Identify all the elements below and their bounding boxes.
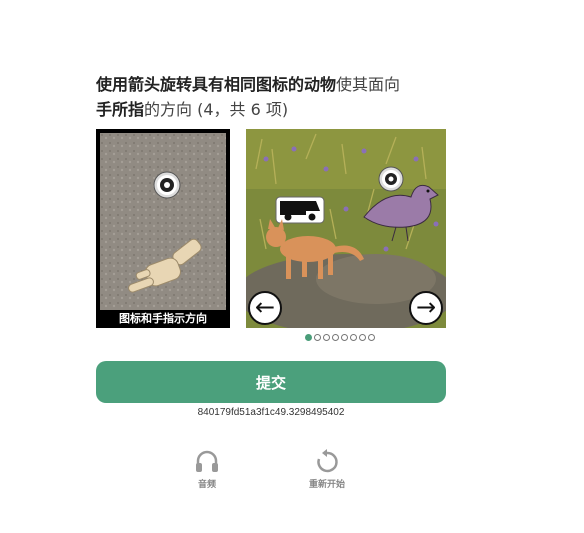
instruction-tail: 的方向 (4，共 6 项) bbox=[144, 100, 289, 119]
animal-scene[interactable]: ← → bbox=[246, 129, 446, 328]
restart-label: 重新开始 bbox=[308, 480, 345, 490]
restart-icon bbox=[317, 449, 338, 473]
reference-panel: 图标和手指示方向 bbox=[96, 129, 230, 328]
headphones-icon bbox=[196, 450, 218, 472]
pagination-dots bbox=[305, 334, 375, 344]
reference-image bbox=[100, 133, 226, 314]
reference-caption: 图标和手指示方向 bbox=[96, 310, 230, 328]
pagination-dot bbox=[314, 334, 321, 341]
instruction-text: 使用箭头旋转具有相同图标的动物使其面向 手所指的方向 (4，共 6 项) bbox=[96, 72, 456, 122]
pagination-dot bbox=[332, 334, 339, 341]
rotate-left-button[interactable]: ← bbox=[248, 291, 282, 325]
submit-button[interactable]: 提交 bbox=[96, 361, 446, 403]
audio-button[interactable]: 音频 bbox=[172, 448, 242, 490]
instruction-bold-2: 手所指 bbox=[96, 100, 145, 119]
pagination-dot bbox=[341, 334, 348, 341]
rotate-right-button[interactable]: → bbox=[409, 291, 443, 325]
pagination-dot bbox=[305, 334, 312, 341]
restart-button[interactable]: 重新开始 bbox=[292, 448, 362, 490]
instruction-rest: 使其面向 bbox=[336, 75, 401, 94]
instruction-bold: 使用箭头旋转具有相同图标的动物 bbox=[96, 75, 337, 94]
pagination-dot bbox=[359, 334, 366, 341]
pagination-dot bbox=[350, 334, 357, 341]
session-id: 840179fd51a3f1c49.3298495402 bbox=[197, 407, 345, 418]
pagination-dot bbox=[368, 334, 375, 341]
pagination-dot bbox=[323, 334, 330, 341]
audio-label: 音频 bbox=[197, 480, 216, 490]
